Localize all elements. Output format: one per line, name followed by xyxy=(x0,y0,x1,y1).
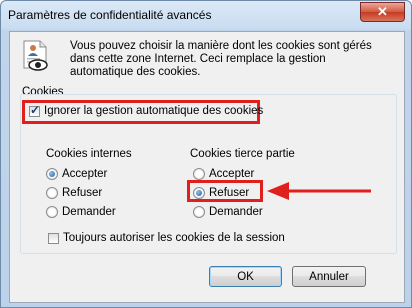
first-party-ask-radio[interactable] xyxy=(46,206,58,218)
privacy-dialog-window: Paramètres de confidentialité avancés ✕ … xyxy=(0,0,412,308)
first-party-refuse-label: Refuser xyxy=(62,187,103,199)
first-party-refuse-radio[interactable] xyxy=(46,187,58,199)
privacy-document-eye-icon xyxy=(23,40,48,71)
session-label: Toujours autoriser les cookies de la ses… xyxy=(63,232,285,244)
third-party-ask-label: Demander xyxy=(209,206,263,218)
first-party-accept-label: Accepter xyxy=(62,168,108,180)
radio-selected-dot xyxy=(196,190,202,196)
first-party-heading: Cookies internes xyxy=(46,148,132,160)
dialog-title: Paramètres de confidentialité avancés xyxy=(8,8,212,22)
override-label: Ignorer la gestion automatique des cooki… xyxy=(44,105,264,117)
dialog-body: Vous pouvez choisir la manière dont les … xyxy=(9,31,405,303)
first-party-ask-label: Demander xyxy=(62,206,116,218)
third-party-refuse-radio[interactable] xyxy=(193,187,205,199)
session-checkbox[interactable] xyxy=(48,233,59,244)
override-checkbox[interactable]: ✓ xyxy=(29,103,41,117)
third-party-ask-radio[interactable] xyxy=(193,206,205,218)
cancel-button[interactable]: Annuler xyxy=(292,266,366,287)
description-text: Vous pouvez choisir la manière dont les … xyxy=(70,40,372,78)
first-party-accept-radio[interactable] xyxy=(46,168,58,180)
check-icon: ✓ xyxy=(30,103,41,117)
close-button[interactable]: ✕ xyxy=(360,2,405,22)
third-party-heading: Cookies tierce partie xyxy=(190,148,295,160)
ok-button[interactable]: OK xyxy=(209,266,282,287)
red-arrow-left-icon xyxy=(267,182,371,200)
third-party-refuse-label: Refuser xyxy=(209,187,250,199)
third-party-accept-label: Accepter xyxy=(209,168,255,180)
radio-selected-dot xyxy=(49,171,55,177)
third-party-accept-radio[interactable] xyxy=(193,168,205,180)
